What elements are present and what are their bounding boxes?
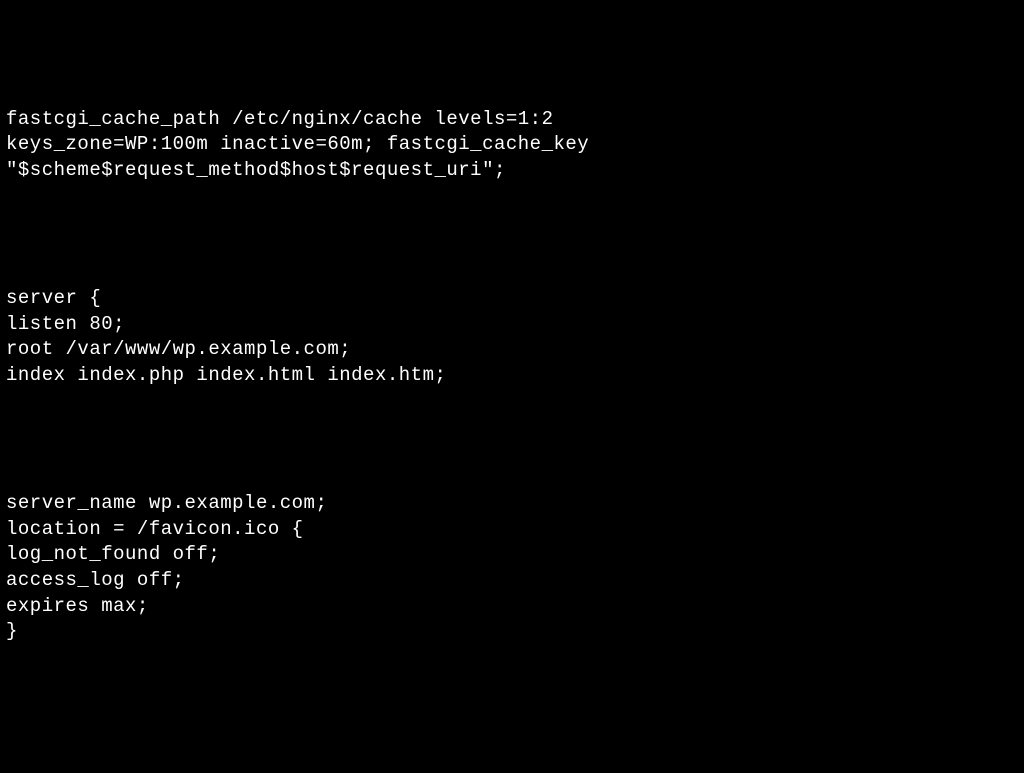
nginx-config-text: fastcgi_cache_path /etc/nginx/cache leve… (6, 107, 1018, 645)
